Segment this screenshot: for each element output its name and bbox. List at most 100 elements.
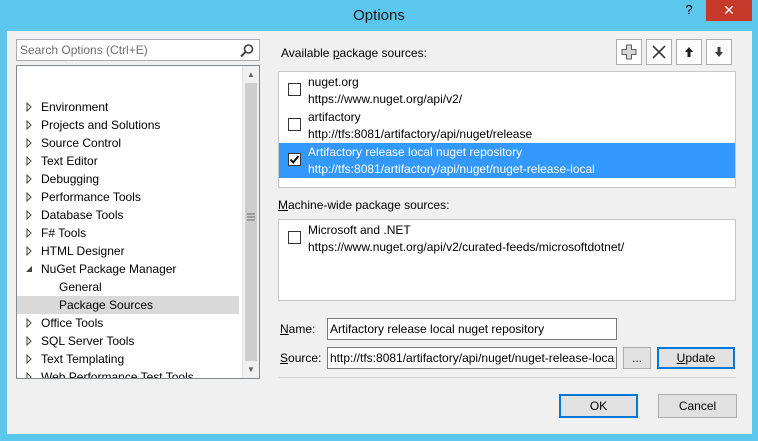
check-icon [289, 155, 300, 164]
close-button[interactable]: ✕ [706, 0, 752, 21]
tree-item[interactable]: Debugging [17, 170, 239, 188]
source-name: Artifactory release local nuget reposito… [308, 145, 523, 159]
tree-item-label: HTML Designer [41, 244, 125, 258]
tree-item[interactable]: NuGet Package Manager [17, 260, 239, 278]
tree-item-label: Text Templating [41, 352, 125, 366]
collapsed-arrow-icon[interactable] [23, 332, 35, 350]
options-tree[interactable]: Environment Projects and Solutions Source … [16, 65, 260, 379]
collapsed-arrow-icon[interactable] [23, 98, 35, 116]
source-name: artifactory [308, 110, 361, 124]
collapsed-arrow-icon[interactable] [23, 314, 35, 332]
source-checkbox[interactable] [288, 118, 301, 131]
name-label-accel: N [280, 322, 289, 336]
tree-item-label: Package Sources [59, 298, 154, 312]
collapsed-arrow-icon[interactable] [23, 152, 35, 170]
tree-item[interactable]: General [17, 278, 239, 296]
machine-label-accel: M [278, 198, 288, 212]
machine-sources-label: Machine-wide package sources: [278, 198, 449, 212]
tree-item[interactable]: Office Tools [17, 314, 239, 332]
arrow-down-icon [715, 47, 723, 57]
collapsed-arrow-icon[interactable] [23, 134, 35, 152]
tree-item-label: Text Editor [41, 154, 98, 168]
collapsed-arrow-icon[interactable] [23, 188, 35, 206]
collapsed-arrow-icon[interactable] [23, 170, 35, 188]
separator [278, 377, 736, 378]
available-sources-label: Available package sources: [281, 46, 427, 60]
search-box[interactable] [16, 39, 260, 61]
collapsed-arrow-icon[interactable] [23, 206, 35, 224]
source-item[interactable]: nuget.org https://www.nuget.org/api/v2/ [279, 73, 735, 108]
update-label-post: pdate [685, 351, 716, 365]
source-checkbox[interactable] [288, 231, 301, 244]
collapsed-arrow-icon[interactable] [23, 116, 35, 134]
source-item[interactable]: artifactory http://tfs:8081/artifactory/a… [279, 108, 735, 143]
machine-label-post: achine-wide package sources: [288, 198, 450, 212]
tree-item-label: SQL Server Tools [41, 334, 135, 348]
tree-item[interactable]: Environment [17, 98, 239, 116]
name-label: Name: [280, 322, 315, 336]
tree-item[interactable]: SQL Server Tools [17, 332, 239, 350]
ok-button[interactable]: OK [559, 394, 638, 418]
browse-button[interactable]: ... [623, 347, 651, 369]
source-url: https://www.nuget.org/api/v2/ [308, 92, 463, 106]
source-checkbox[interactable] [288, 153, 301, 166]
tree-item[interactable]: HTML Designer [17, 242, 239, 260]
tree-item-label: Database Tools [41, 208, 124, 222]
tree-item-label: Debugging [41, 172, 100, 186]
tree-item-label: General [59, 280, 102, 294]
source-item[interactable]: Microsoft and .NET https://www.nuget.org/… [279, 221, 735, 256]
collapsed-arrow-icon[interactable] [23, 242, 35, 260]
window-title: Options [353, 7, 405, 24]
dialog-body: Environment Projects and Solutions Source … [7, 31, 752, 434]
tree-item-label: Office Tools [41, 316, 104, 330]
cancel-button[interactable]: Cancel [658, 394, 737, 418]
source-url: http://tfs:8081/artifactory/api/nuget/nu… [308, 162, 595, 176]
tree-item[interactable]: Projects and Solutions [17, 116, 239, 134]
source-label-post: ource: [288, 351, 322, 365]
name-input[interactable] [330, 321, 616, 337]
help-button[interactable]: ? [676, 0, 702, 21]
source-name: Microsoft and .NET [308, 223, 411, 237]
arrow-up-icon [685, 47, 693, 57]
tree-item[interactable]: Text Templating [17, 350, 239, 368]
source-item[interactable]: Artifactory release local nuget reposito… [279, 143, 735, 178]
remove-source-button[interactable] [646, 39, 672, 65]
tree-item[interactable]: Web Performance Test Tools [17, 368, 239, 379]
available-label-accel: p [332, 46, 340, 60]
move-down-button[interactable] [706, 39, 732, 65]
source-input[interactable] [330, 350, 616, 366]
tree-item[interactable]: F# Tools [17, 224, 239, 242]
machine-sources-list[interactable]: Microsoft and .NET https://www.nuget.org/… [278, 219, 736, 301]
name-field[interactable] [327, 318, 617, 340]
title-bar[interactable]: Options ? ✕ [0, 0, 758, 31]
available-sources-list[interactable]: nuget.org https://www.nuget.org/api/v2/ar… [278, 71, 736, 188]
tree-scrollbar[interactable]: ▲ ▼ [242, 66, 259, 378]
tree-item[interactable]: Performance Tools [17, 188, 239, 206]
tree-item[interactable]: Database Tools [17, 206, 239, 224]
tree-item[interactable]: Source Control [17, 134, 239, 152]
move-up-button[interactable] [676, 39, 702, 65]
available-label-pre: Available [281, 46, 333, 60]
search-input[interactable] [20, 42, 230, 58]
name-label-post: ame: [288, 322, 316, 336]
scroll-down-icon[interactable]: ▼ [243, 361, 259, 378]
scroll-thumb[interactable] [245, 83, 257, 361]
expanded-arrow-icon[interactable] [23, 260, 35, 278]
scroll-up-icon[interactable]: ▲ [243, 66, 259, 83]
available-label-post: ackage sources: [339, 46, 427, 60]
add-source-button[interactable] [616, 39, 642, 65]
tree-item-label: F# Tools [41, 226, 87, 240]
source-url: https://www.nuget.org/api/v2/curated-fee… [308, 240, 625, 254]
collapsed-arrow-icon[interactable] [23, 224, 35, 242]
search-icon[interactable] [239, 43, 255, 59]
tree-item-label: Source Control [41, 136, 122, 150]
source-label: Source: [280, 351, 321, 365]
collapsed-arrow-icon[interactable] [23, 350, 35, 368]
source-checkbox[interactable] [288, 83, 301, 96]
source-field[interactable] [327, 347, 617, 369]
collapsed-arrow-icon[interactable] [23, 368, 35, 379]
tree-item[interactable]: Text Editor [17, 152, 239, 170]
tree-item-label: Environment [41, 100, 109, 114]
update-button[interactable]: Update [657, 347, 735, 369]
tree-item[interactable]: Package Sources [17, 296, 239, 314]
